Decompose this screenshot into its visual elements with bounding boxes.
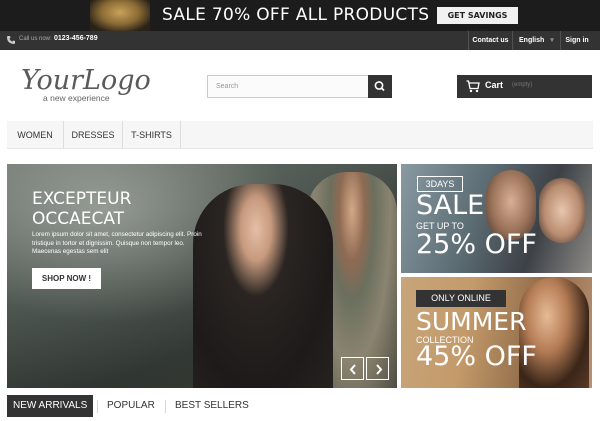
tab-popular[interactable]: Popular xyxy=(107,395,155,417)
get-savings-button[interactable]: GET SAVINGS NOW xyxy=(437,7,518,31)
tab-new-arrivals[interactable]: New arrivals xyxy=(7,395,94,417)
search-icon xyxy=(374,81,385,92)
slide-title: EXCEPTEUR OCCAECAT xyxy=(32,189,131,229)
promo-text: SALE 70% OFF ALL PRODUCTS xyxy=(162,5,430,25)
slide-description: Lorem ipsum dolor sit amet, consectetur … xyxy=(32,231,202,255)
banner-photo-woman xyxy=(539,178,585,243)
site-logo[interactable]: YourLogo a new experience xyxy=(20,62,165,107)
top-nav: Call us now: 0123-456-789 Contact us Eng… xyxy=(0,31,600,50)
cart-button[interactable]: Cart (empty) xyxy=(457,75,592,98)
shop-now-button[interactable]: SHOP NOW ! xyxy=(32,268,101,289)
chevron-down-icon: ▾ xyxy=(550,37,554,44)
hero-slider: EXCEPTEUR OCCAECAT Lorem ipsum dolor sit… xyxy=(7,164,397,388)
logo-wordmark: YourLogo xyxy=(21,65,151,96)
sale-discount: 25% OFF xyxy=(416,229,537,260)
slide-title-line1: EXCEPTEUR xyxy=(32,189,132,209)
tab-best-sellers[interactable]: Best sellers xyxy=(175,395,249,417)
search-input[interactable]: Search xyxy=(207,75,368,98)
slide-photo-woman xyxy=(193,184,333,388)
cart-label: Cart xyxy=(485,80,504,90)
chevron-left-icon xyxy=(349,364,356,375)
slider-next-button[interactable] xyxy=(366,357,389,380)
language-selector[interactable]: English ▾ xyxy=(512,31,560,50)
summer-headline: SUMMER xyxy=(416,307,527,336)
summer-banner[interactable]: ONLY ONLINE SUMMER COLLECTION 45% OFF xyxy=(401,277,592,388)
sale-banner[interactable]: 3DAYS SALE GET UP TO 25% OFF xyxy=(401,164,592,273)
call-us-label: Call us now: xyxy=(19,36,52,42)
menu-item-tshirts[interactable]: T-shirts xyxy=(123,121,181,149)
slider-prev-button[interactable] xyxy=(341,357,364,380)
promo-banner[interactable]: SALE 70% OFF ALL PRODUCTS GET SAVINGS NO… xyxy=(0,0,600,31)
online-badge: ONLY ONLINE xyxy=(416,290,506,307)
logo-tagline: a new experience xyxy=(43,93,110,103)
summer-discount: 45% OFF xyxy=(416,341,537,372)
cart-icon xyxy=(466,80,480,93)
promo-photo xyxy=(90,0,150,31)
language-label: English xyxy=(519,37,545,44)
slide-title-line2: OCCAECAT xyxy=(32,209,125,229)
sign-in-link[interactable]: Sign in xyxy=(560,31,593,50)
contact-us-link[interactable]: Contact us xyxy=(468,31,512,50)
search-button[interactable] xyxy=(368,75,392,98)
menu-item-women[interactable]: Women xyxy=(7,121,64,149)
tab-divider xyxy=(165,400,166,413)
tab-divider xyxy=(97,400,98,413)
phone-icon xyxy=(7,36,15,44)
main-menu: Women Dresses T-shirts xyxy=(7,121,593,149)
sale-headline: SALE xyxy=(416,190,485,221)
menu-item-dresses[interactable]: Dresses xyxy=(64,121,123,149)
cart-status: (empty) xyxy=(512,82,533,88)
phone-number: 0123-456-789 xyxy=(54,35,98,42)
chevron-right-icon xyxy=(376,364,383,375)
